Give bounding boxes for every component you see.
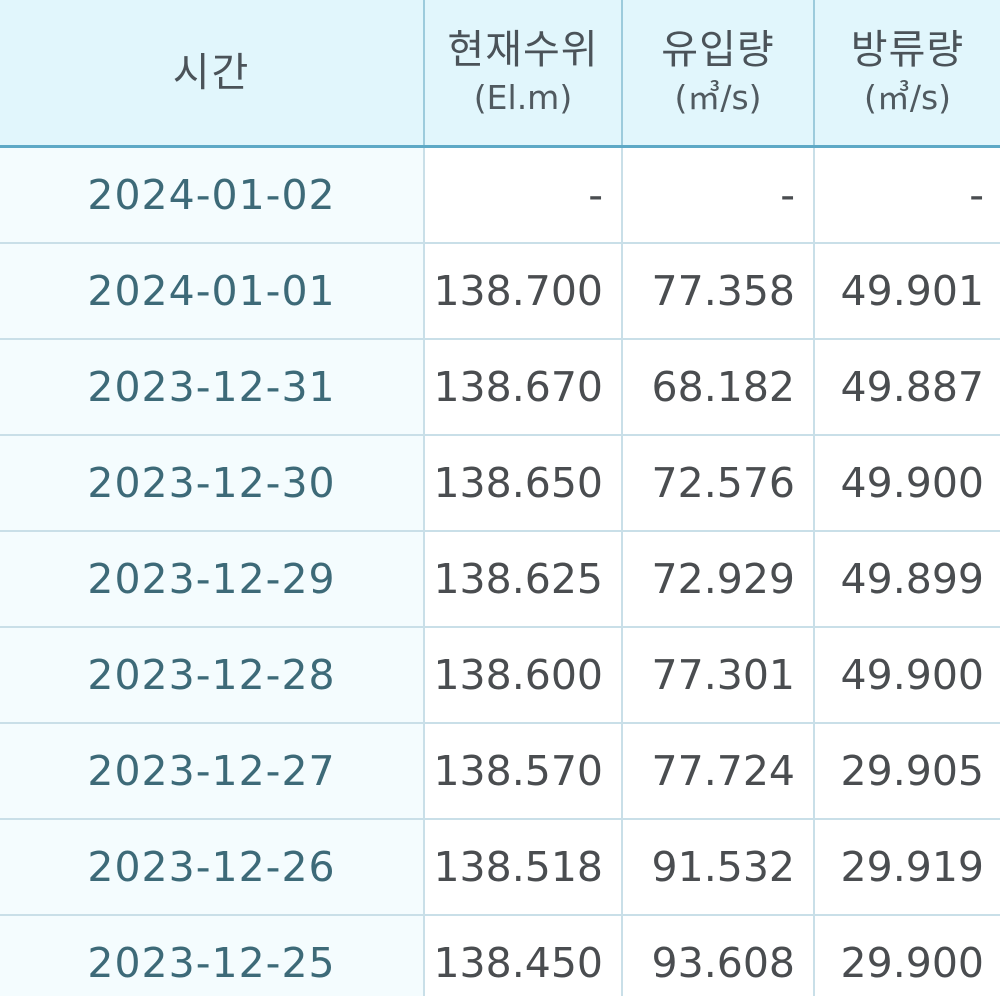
header-inflow-unit: (㎥/s) [674, 77, 762, 117]
water-level-table: 시간 현재수위 (El.m) 유입량 (㎥/s) 방류량 (㎥/s) 2024-… [0, 0, 1000, 996]
cell-inflow: 91.532 [622, 819, 815, 916]
header-water-level[interactable]: 현재수위 (El.m) [424, 0, 623, 148]
dam-data-panel: 시간 현재수위 (El.m) 유입량 (㎥/s) 방류량 (㎥/s) 2024-… [0, 0, 1000, 996]
cell-water-level: 138.600 [424, 627, 623, 724]
table-body: 2024-01-02 - - - 2024-01-01 138.700 77.3… [0, 146, 1000, 996]
cell-time: 2024-01-01 [0, 243, 425, 340]
cell-outflow: 49.900 [814, 435, 1000, 532]
cell-outflow: 49.901 [814, 243, 1000, 340]
table-row: 2023-12-25 138.450 93.608 29.900 [0, 915, 1000, 996]
cell-outflow: 29.919 [814, 819, 1000, 916]
table-row: 2023-12-31 138.670 68.182 49.887 [0, 339, 1000, 436]
cell-time: 2024-01-02 [0, 146, 425, 244]
header-water-level-unit: (El.m) [473, 77, 573, 117]
header-time-label: 시간 [172, 49, 251, 96]
table-row: 2023-12-30 138.650 72.576 49.900 [0, 435, 1000, 532]
cell-water-level: 138.518 [424, 819, 623, 916]
cell-time: 2023-12-31 [0, 339, 425, 436]
table-row: 2023-12-28 138.600 77.301 49.900 [0, 627, 1000, 724]
table-row: 2023-12-27 138.570 77.724 29.905 [0, 723, 1000, 820]
cell-inflow: 93.608 [622, 915, 815, 996]
cell-time: 2023-12-29 [0, 531, 425, 628]
cell-water-level: - [424, 146, 623, 244]
header-time[interactable]: 시간 [0, 0, 425, 148]
cell-outflow: - [814, 146, 1000, 244]
cell-inflow: 77.358 [622, 243, 815, 340]
cell-water-level: 138.450 [424, 915, 623, 996]
cell-time: 2023-12-26 [0, 819, 425, 916]
cell-inflow: 77.724 [622, 723, 815, 820]
cell-water-level: 138.670 [424, 339, 623, 436]
cell-time: 2023-12-28 [0, 627, 425, 724]
cell-time: 2023-12-30 [0, 435, 425, 532]
header-row: 시간 현재수위 (El.m) 유입량 (㎥/s) 방류량 (㎥/s) [0, 0, 1000, 148]
table-row: 2024-01-01 138.700 77.358 49.901 [0, 243, 1000, 340]
cell-water-level: 138.700 [424, 243, 623, 340]
cell-inflow: 72.576 [622, 435, 815, 532]
cell-outflow: 49.899 [814, 531, 1000, 628]
cell-water-level: 138.570 [424, 723, 623, 820]
cell-time: 2023-12-27 [0, 723, 425, 820]
cell-water-level: 138.625 [424, 531, 623, 628]
cell-water-level: 138.650 [424, 435, 623, 532]
cell-outflow: 49.900 [814, 627, 1000, 724]
cell-time: 2023-12-25 [0, 915, 425, 996]
cell-outflow: 29.900 [814, 915, 1000, 996]
header-outflow[interactable]: 방류량 (㎥/s) [814, 0, 1000, 148]
header-outflow-unit: (㎥/s) [863, 77, 952, 117]
cell-inflow: 72.929 [622, 531, 815, 628]
header-water-level-label: 현재수위 [447, 26, 599, 73]
cell-inflow: 77.301 [622, 627, 815, 724]
header-inflow[interactable]: 유입량 (㎥/s) [622, 0, 815, 148]
cell-outflow: 49.887 [814, 339, 1000, 436]
cell-outflow: 29.905 [814, 723, 1000, 820]
table-row: 2024-01-02 - - - [0, 146, 1000, 244]
cell-inflow: 68.182 [622, 339, 815, 436]
table-row: 2023-12-29 138.625 72.929 49.899 [0, 531, 1000, 628]
header-outflow-label: 방류량 [850, 26, 965, 73]
table-row: 2023-12-26 138.518 91.532 29.919 [0, 819, 1000, 916]
header-inflow-label: 유입량 [661, 26, 775, 73]
table-header: 시간 현재수위 (El.m) 유입량 (㎥/s) 방류량 (㎥/s) [0, 0, 1000, 148]
cell-inflow: - [622, 146, 815, 244]
